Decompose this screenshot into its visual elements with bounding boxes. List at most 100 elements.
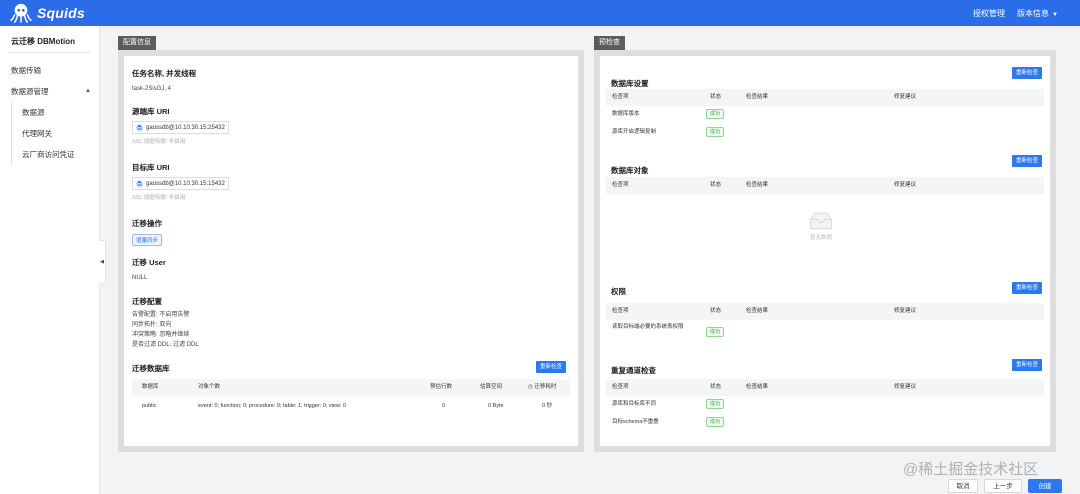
precheck-table: 检查项 状态 检查结果 修复建议 读取目标端必要的系统表权限 成功 [606,303,1044,346]
precheck-section-title: 权限 [611,287,626,296]
migration-config-line: 告警配置: 不启用告警 [132,312,190,318]
precheck-table: 检查项 状态 检查结果 修复建议 数据库版本 成功 源库开启逻辑复制 成功 [606,89,1044,142]
logo[interactable]: Squids [10,3,85,23]
nav-version[interactable]: 版本信息 ▼ [1017,8,1058,19]
sidebar-item-datasource[interactable]: 数据源 [12,102,99,123]
recheck-button[interactable]: 重新检查 [1012,282,1043,294]
cell-status: 成功 [706,124,725,141]
migration-config-list: 告警配置: 不启用告警 同步拓扑: 双向 冲突策略: 忽略并继续 是否过滤 DD… [132,310,570,350]
col-result: 检查结果 [746,94,769,100]
precheck-table: 检查项 状态 检查结果 修复建议 [606,177,1044,194]
cell-space: 0 Byte [488,403,504,409]
status-badge: 成功 [706,127,725,137]
col-time-label: 迁移耗时 [534,384,557,390]
source-uri-title: 源端库 URI [132,107,170,116]
databases-table: 数据库 对象个数 预估行数 估算空间 ◷ 迁移耗时 public event: … [132,379,570,416]
task-section: 任务名称, 并发线程 task-2SisGJ, 4 [132,68,570,94]
col-item: 检查项 [612,94,629,100]
migration-config-line: 冲突策略: 忽略并继续 [132,332,190,338]
table-row: 读取目标端必要的系统表权限 成功 [606,320,1044,346]
sidebar-collapse-button[interactable]: ◀ [99,240,106,284]
sidebar-divider [8,52,91,53]
precheck-section-title: 数据库设置 [611,79,649,88]
col-item: 检查项 [612,308,629,314]
app-name: Squids [37,5,85,21]
target-uri-title: 目标库 URI [132,163,170,172]
cell-item: 源库开启逻辑复制 [612,129,657,135]
precheck-panel: 预检查 数据库设置 重新检查 检查项 状态 检查结果 修复建议 数据库版本 成功… [594,36,1056,452]
target-ssl-hint: SSL 加密传输: 不启用 [132,195,186,201]
config-panel: 配置信息 任务名称, 并发线程 task-2SisGJ, 4 源端库 URI g… [118,36,584,452]
empty-text: 暂无数据 [809,235,832,241]
recheck-button[interactable]: 重新检查 [1012,67,1043,79]
col-status: 状态 [710,182,722,188]
status-badge: 成功 [706,327,725,337]
table-row: 数据库版本 成功 [606,106,1044,124]
sidebar-item-proxy-gateway[interactable]: 代理网关 [12,123,99,144]
target-uri-value: gaussdb@10.10.30.15:15432 [146,180,225,187]
task-value: task-2SisGJ, 4 [132,86,172,92]
top-nav: 授权管理 版本信息 ▼ [973,8,1058,19]
task-title: 任务名称, 并发线程 [132,69,197,78]
cell-rows: 0 [442,403,446,409]
prev-step-button[interactable]: 上一步 [984,479,1022,493]
target-uri-section: 目标库 URI gaussdb@10.10.30.15:15432 SSL 加密… [132,162,570,201]
table-row: 目标schema不重叠 成功 [606,414,1044,432]
col-result: 检查结果 [746,308,769,314]
status-badge: 成功 [706,399,725,409]
nav-license[interactable]: 授权管理 [973,8,1005,19]
table-header: 检查项 状态 检查结果 修复建议 [606,89,1044,106]
table-header: 数据库 对象个数 预估行数 估算空间 ◷ 迁移耗时 [132,379,570,396]
recheck-button[interactable]: 重新检查 [1012,359,1043,371]
col-result: 检查结果 [746,384,769,390]
precheck-section-title: 重复通道检查 [611,366,656,375]
table-row: 源库开启逻辑复制 成功 [606,124,1044,142]
precheck-section-title: 数据库对象 [611,166,649,175]
cell-status: 成功 [706,414,725,431]
source-uri-section: 源端库 URI gaussdb@10.10.30.15:25432 SSL 加密… [132,106,570,145]
user-title: 迁移 User [132,258,166,267]
source-uri-value: gaussdb@10.10.30.15:25432 [146,124,225,131]
col-suggestion: 修复建议 [894,182,917,188]
databases-title: 迁移数据库 [132,364,170,373]
table-header: 检查项 状态 检查结果 修复建议 [606,303,1044,320]
sidebar-item-datasource-management[interactable]: 数据源管理 ▲ [0,81,99,102]
top-bar: Squids 授权管理 版本信息 ▼ [0,0,1080,26]
migration-config-title: 迁移配置 [132,297,162,306]
cancel-button[interactable]: 取消 [948,479,978,493]
operation-tag: 增量同步 [132,234,163,246]
chevron-down-icon: ▼ [1052,12,1058,18]
recheck-button[interactable]: 重新检查 [536,361,567,373]
config-panel-body: 任务名称, 并发线程 task-2SisGJ, 4 源端库 URI gaussd… [124,56,578,446]
col-time: ◷ 迁移耗时 [528,379,556,396]
sidebar-item-data-transfer[interactable]: 数据传输 [0,60,99,81]
cell-time: 0 秒 [542,403,553,409]
precheck-table: 检查项 状态 检查结果 修复建议 源库和目标库不同 成功 目标schema不重叠… [606,379,1044,432]
user-value: NULL [132,275,148,281]
create-button[interactable]: 创建 [1028,479,1062,493]
col-status: 状态 [710,384,722,390]
cell-status: 成功 [706,106,725,123]
source-ssl-hint: SSL 加密传输: 不启用 [132,139,186,145]
nav-version-label: 版本信息 [1017,9,1050,18]
cell-objects: event: 0; function: 0; procedure: 0; tab… [198,403,346,409]
cell-item: 源库和目标库不同 [612,401,657,407]
status-badge: 成功 [706,109,725,119]
cell-item: 数据库版本 [612,111,640,117]
empty-state: 暂无数据 [796,211,846,241]
col-item: 检查项 [612,384,629,390]
col-est-rows: 预估行数 [430,384,453,390]
sidebar-title: 云迁移 DBMotion [11,37,75,46]
chevron-up-icon: ▲ [85,88,91,94]
chevron-left-icon: ◀ [100,259,104,265]
sidebar-item-label: 数据源管理 [11,87,49,96]
cell-db: public [142,403,157,409]
sidebar-submenu: 数据源 代理网关 云厂商访问凭证 [11,102,99,165]
sidebar-item-cloud-credentials[interactable]: 云厂商访问凭证 [12,144,99,165]
col-item: 检查项 [612,182,629,188]
database-icon [136,124,143,131]
recheck-button[interactable]: 重新检查 [1012,155,1043,167]
target-uri-box: gaussdb@10.10.30.15:15432 [132,177,229,190]
col-suggestion: 修复建议 [894,384,917,390]
watermark: @稀土掘金技术社区 [903,461,1039,478]
